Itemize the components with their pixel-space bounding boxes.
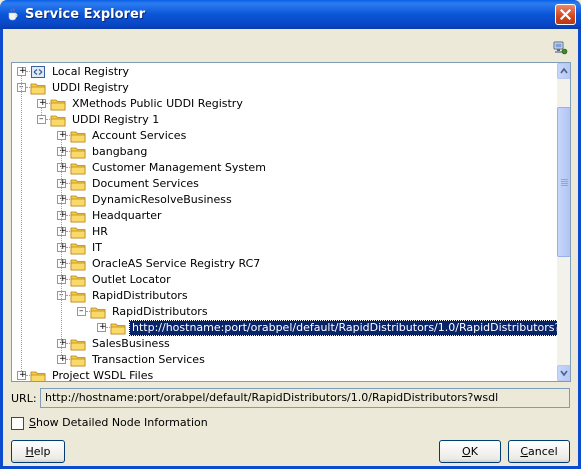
tree-node-label[interactable]: http://hostname:port/orabpel/default/Rap… <box>128 320 557 336</box>
arrow-down-icon <box>560 370 568 377</box>
folder-icon <box>30 80 46 96</box>
folder-icon <box>70 128 86 144</box>
tree-node-label[interactable]: Document Services <box>90 177 201 191</box>
tree-guide-line <box>61 348 62 355</box>
tree-guide-line <box>41 108 42 115</box>
scroll-thumb[interactable] <box>557 107 570 257</box>
url-field[interactable]: http://hostname:port/orabpel/default/Rap… <box>40 388 570 408</box>
show-detailed-checkbox[interactable] <box>11 417 24 430</box>
tree-node-label[interactable]: RapidDistributors <box>90 289 190 303</box>
expand-icon[interactable]: + <box>17 67 27 76</box>
scroll-up-button[interactable] <box>557 63 570 79</box>
ok-button[interactable]: OK <box>439 440 501 463</box>
expand-icon[interactable]: + <box>97 323 107 332</box>
cancel-button[interactable]: Cancel <box>508 440 570 463</box>
close-button[interactable] <box>555 4 576 25</box>
tree-node-label[interactable]: UDDI Registry <box>50 81 131 95</box>
help-button[interactable]: Help <box>11 440 65 463</box>
local-registry-icon <box>30 64 46 80</box>
folder-icon <box>70 240 86 256</box>
show-detailed-label[interactable]: Show Detailed Node Information <box>29 416 208 430</box>
tree-node-label[interactable]: Outlet Locator <box>90 273 173 287</box>
folder-icon <box>70 176 86 192</box>
folder-icon <box>70 144 86 160</box>
folder-icon <box>70 336 86 352</box>
expand-icon[interactable]: + <box>37 99 47 108</box>
url-label: URL: <box>11 392 37 405</box>
tree-node-label[interactable]: SalesBusiness <box>90 337 172 351</box>
close-icon <box>560 9 571 20</box>
tree-node-label[interactable]: HR <box>90 225 110 239</box>
tree-viewport: + Local Registry – UDDI Registry + XMethods P… <box>12 63 557 381</box>
expand-icon[interactable]: + <box>57 355 67 364</box>
folder-icon <box>70 224 86 240</box>
collapse-icon[interactable]: – <box>77 307 86 316</box>
tree-guide-line <box>61 300 62 355</box>
tree-node-label[interactable]: Headquarter <box>90 209 164 223</box>
service-tree[interactable]: + Local Registry – UDDI Registry + XMethods P… <box>11 62 571 382</box>
tree-node-label[interactable]: RapidDistributors <box>110 305 210 319</box>
title-bar[interactable]: Service Explorer <box>0 0 581 29</box>
tree-node-label[interactable]: UDDI Registry 1 <box>70 113 161 127</box>
registry-connection-icon[interactable] <box>552 40 568 56</box>
folder-icon <box>50 112 66 128</box>
arrow-up-icon <box>560 67 568 74</box>
tree-node-label[interactable]: Account Services <box>90 129 188 143</box>
tree-node-label[interactable]: Local Registry <box>50 65 131 79</box>
thumb-grip <box>561 183 568 184</box>
tree-node-label[interactable]: IT <box>90 241 104 255</box>
folder-icon <box>70 256 86 272</box>
scroll-down-button[interactable] <box>557 365 570 381</box>
tree-node-label[interactable]: Transaction Services <box>90 353 207 367</box>
tree-node-label[interactable]: bangbang <box>90 145 149 159</box>
folder-icon <box>70 192 86 208</box>
folder-icon <box>110 320 126 336</box>
tree-node-label[interactable]: OracleAS Service Registry RC7 <box>90 257 262 271</box>
window-title: Service Explorer <box>25 7 146 22</box>
window-frame-left <box>0 29 3 469</box>
tree-guide-line <box>21 92 22 371</box>
folder-icon <box>90 304 106 320</box>
folder-icon <box>50 96 66 112</box>
folder-icon <box>70 288 86 304</box>
tree-node-label[interactable]: DynamicResolveBusiness <box>90 193 234 207</box>
folder-icon <box>70 160 86 176</box>
collapse-icon[interactable]: – <box>37 115 46 124</box>
tree-vertical-scrollbar[interactable] <box>557 63 570 381</box>
thumb-grip <box>561 179 568 180</box>
expand-icon[interactable]: + <box>17 371 27 380</box>
folder-icon <box>70 272 86 288</box>
thumb-grip <box>561 181 568 182</box>
tree-node-label[interactable]: Customer Management System <box>90 161 268 175</box>
folder-icon <box>70 352 86 368</box>
java-cup-icon <box>8 8 18 21</box>
tree-node-label[interactable]: XMethods Public UDDI Registry <box>70 97 245 111</box>
tree-node-label[interactable]: Project WSDL Files <box>50 369 155 381</box>
expand-icon[interactable]: + <box>57 131 67 140</box>
folder-icon <box>30 368 46 381</box>
thumb-grip <box>561 185 568 186</box>
folder-icon <box>70 208 86 224</box>
